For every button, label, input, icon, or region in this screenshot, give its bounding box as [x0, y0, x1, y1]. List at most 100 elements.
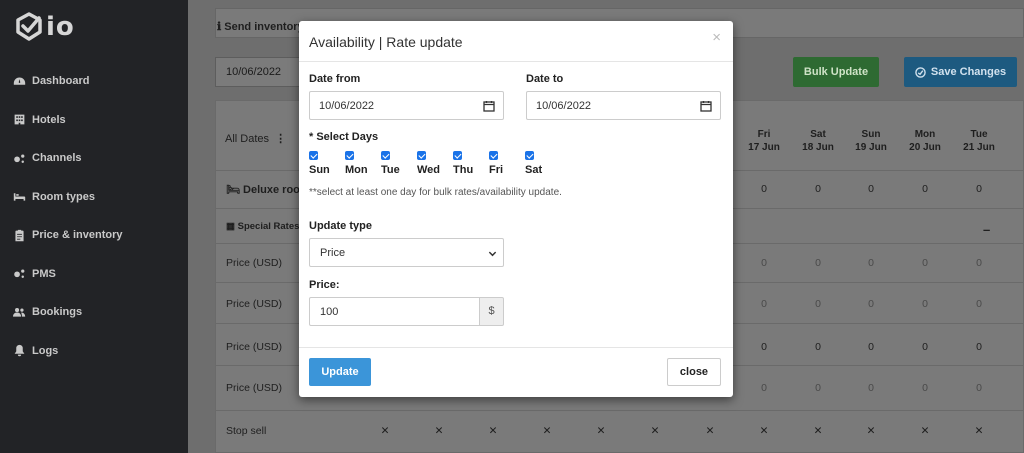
close-button[interactable]: close [667, 358, 721, 386]
price-label: Price: [309, 279, 340, 291]
date-from-value: 10/06/2022 [319, 100, 375, 112]
stop-sell-toggle[interactable]: ✕ [360, 425, 410, 437]
price-input[interactable]: 100 [309, 297, 480, 326]
price-cell[interactable]: 0 [793, 341, 843, 353]
stop-sell-toggle[interactable]: ✕ [630, 425, 680, 437]
update-type-label: Update type [309, 220, 372, 232]
more-vertical-icon: ⋮ [275, 133, 287, 145]
checkbox-checked[interactable] [489, 151, 498, 160]
stop-sell-toggle[interactable]: ✕ [576, 425, 626, 437]
clipboard-icon [15, 229, 24, 241]
stop-sell-toggle[interactable]: ✕ [793, 425, 843, 437]
users-icon [13, 307, 26, 317]
checkbox-checked[interactable] [525, 151, 534, 160]
sidebar-item-label: Hotels [32, 113, 66, 126]
checkbox-checked[interactable] [453, 151, 462, 160]
price-cell[interactable]: 0 [739, 341, 789, 353]
stop-sell-toggle[interactable]: ✕ [468, 425, 518, 437]
price-cell[interactable]: 0 [793, 382, 843, 394]
day-label: Thu [453, 164, 474, 176]
price-cell[interactable]: 0 [846, 341, 896, 353]
save-changes-label: Save Changes [930, 66, 1007, 78]
price-cell[interactable]: 0 [739, 382, 789, 394]
bulk-update-button[interactable]: Bulk Update [793, 57, 879, 87]
update-type-select[interactable]: Price [309, 238, 504, 267]
close-icon[interactable]: × [712, 29, 721, 46]
day-label: Fri [489, 164, 504, 176]
checkbox-checked[interactable] [345, 151, 354, 160]
day-date: 17 Jun [748, 142, 780, 153]
stop-sell-toggle[interactable]: ✕ [522, 425, 572, 437]
price-cell[interactable]: 0 [846, 298, 896, 310]
modal-title: Availability | Rate update [309, 34, 463, 50]
price-cell[interactable]: 0 [954, 382, 1004, 394]
price-cell[interactable]: 0 [954, 257, 1004, 269]
logo-text: io [46, 12, 75, 42]
sidebar-item-pms[interactable]: PMS [0, 255, 188, 294]
day-checkbox-thu[interactable]: Thu [453, 151, 473, 176]
availability-cell[interactable]: 0 [900, 183, 950, 195]
day-checkbox-wed[interactable]: Wed [417, 151, 440, 176]
sidebar-item-channels[interactable]: Channels [0, 139, 188, 178]
day-checkbox-tue[interactable]: Tue [381, 151, 400, 176]
availability-cell[interactable]: 0 [793, 183, 843, 195]
day-header: Tue 21 Jun [954, 128, 1004, 154]
checkbox-checked[interactable] [309, 151, 318, 160]
availability-cell[interactable]: 0 [739, 183, 789, 195]
price-cell[interactable]: 0 [900, 257, 950, 269]
price-cell[interactable]: 0 [739, 298, 789, 310]
bed-icon: 🛏 [226, 184, 240, 196]
price-cell[interactable]: 0 [954, 341, 1004, 353]
day-header: Fri 17 Jun [739, 128, 789, 154]
day-header: Sun 19 Jun [846, 128, 896, 154]
stop-sell-toggle[interactable]: ✕ [954, 425, 1004, 437]
calendar-icon [483, 101, 495, 112]
stop-sell-toggle[interactable]: ✕ [739, 425, 789, 437]
day-checkbox-fri[interactable]: Fri [489, 151, 503, 176]
price-row-label: Price (USD) [226, 382, 283, 394]
save-changes-button[interactable]: Save Changes [904, 57, 1017, 87]
collapse-toggle[interactable]: – [983, 222, 990, 237]
calendar-icon [700, 101, 712, 112]
send-inventory-header[interactable]: ℹ Send inventory [217, 20, 304, 33]
sidebar-item-logs[interactable]: Logs [0, 332, 188, 371]
price-cell[interactable]: 0 [900, 341, 950, 353]
sidebar-item-dashboard[interactable]: Dashboard [0, 62, 188, 101]
checkbox-checked[interactable] [417, 151, 426, 160]
logo[interactable]: io [14, 12, 75, 42]
availability-cell[interactable]: 0 [846, 183, 896, 195]
all-dates-dropdown[interactable]: All Dates ⋮ [225, 132, 286, 145]
day-checkbox-mon[interactable]: Mon [345, 151, 368, 176]
day-checkbox-sat[interactable]: Sat [525, 151, 542, 176]
stop-sell-toggle[interactable]: ✕ [846, 425, 896, 437]
price-cell[interactable]: 0 [900, 382, 950, 394]
stop-sell-toggle[interactable]: ✕ [685, 425, 735, 437]
sidebar-item-bookings[interactable]: Bookings [0, 293, 188, 332]
checkbox-checked[interactable] [381, 151, 390, 160]
price-cell[interactable]: 0 [900, 298, 950, 310]
price-cell[interactable]: 0 [846, 257, 896, 269]
date-to-input[interactable]: 10/06/2022 [526, 91, 721, 120]
select-days-note: **select at least one day for bulk rates… [309, 187, 562, 198]
special-rates-text: Special Rates [237, 221, 300, 232]
price-cell[interactable]: 0 [739, 257, 789, 269]
price-cell[interactable]: 0 [793, 298, 843, 310]
stop-sell-label: Stop sell [226, 425, 267, 437]
day-checkbox-sun[interactable]: Sun [309, 151, 330, 176]
sidebar-item-hotels[interactable]: Hotels [0, 101, 188, 140]
price-cell[interactable]: 0 [954, 298, 1004, 310]
stop-sell-toggle[interactable]: ✕ [414, 425, 464, 437]
availability-cell[interactable]: 0 [954, 183, 1004, 195]
sidebar-item-label: Bookings [32, 306, 83, 319]
stop-sell-toggle[interactable]: ✕ [900, 425, 950, 437]
sidebar-item-price-inventory[interactable]: Price & inventory [0, 216, 188, 255]
calendar-icon: ▦ [226, 221, 235, 232]
price-cell[interactable]: 0 [846, 382, 896, 394]
update-button[interactable]: Update [309, 358, 371, 386]
price-cell[interactable]: 0 [793, 257, 843, 269]
day-label: Sun [309, 164, 330, 176]
sidebar-item-room-types[interactable]: Room types [0, 178, 188, 217]
date-from-label: Date from [309, 73, 361, 85]
price-row-label: Price (USD) [226, 298, 283, 310]
date-from-input[interactable]: 10/06/2022 [309, 91, 504, 120]
